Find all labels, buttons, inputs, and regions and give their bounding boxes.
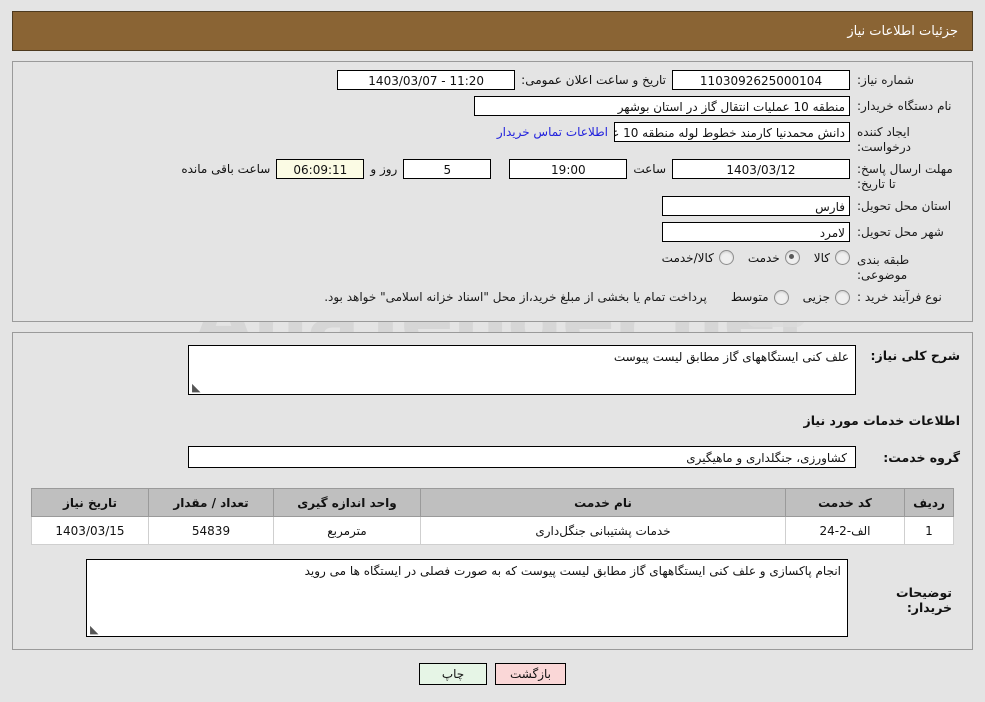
general-desc-label: شرح کلی نیاز:: [870, 348, 960, 363]
need-details-panel: شرح کلی نیاز: علف کنی ایستگاههای گاز مطا…: [12, 332, 973, 650]
category-radio-group: کالا خدمت کالا/خدمت: [648, 250, 850, 265]
resize-grip-icon[interactable]: ◢: [192, 381, 200, 394]
row-delivery-province: استان محل تحویل: فارس: [23, 196, 962, 218]
countdown-field[interactable]: 06:09:11: [276, 159, 365, 179]
buyer-notes-label: توضیحات خریدار:: [896, 585, 952, 615]
th-code: کد خدمت: [785, 488, 905, 517]
need-number-field[interactable]: 1103092625000104: [672, 70, 850, 90]
countdown-label: ساعت باقی مانده: [181, 162, 271, 176]
announce-datetime-label: تاریخ و ساعت اعلان عمومی:: [521, 73, 666, 87]
category-label: طبقه بندی موضوعی:: [857, 253, 910, 282]
category-option-goods-service-label: کالا/خدمت: [661, 250, 714, 265]
page-title: جزئیات اطلاعات نیاز: [847, 23, 958, 39]
deadline-hour-label: ساعت: [633, 162, 666, 176]
purchase-type-option-medium[interactable]: متوسط: [730, 289, 789, 305]
deadline-hour-field[interactable]: 19:00: [509, 159, 628, 179]
buyer-notes-value: انجام پاکسازی و علف کنی ایستگاههای گاز م…: [304, 564, 841, 578]
radio-minor-icon[interactable]: [835, 289, 850, 305]
row-service-group: گروه خدمت: کشاورزی، جنگلداری و ماهیگیری: [23, 446, 962, 468]
row-category: طبقه بندی موضوعی: کالا خدمت کالا/خدمت: [23, 250, 962, 283]
table-row: 1 الف-2-24 خدمات پشتیبانی جنگل‌داری مترم…: [31, 516, 954, 545]
delivery-city-label: شهر محل تحویل:: [857, 225, 944, 239]
table-header-row: ردیف کد خدمت نام خدمت واحد اندازه گیری ت…: [31, 488, 954, 517]
remaining-days-label: روز و: [370, 162, 398, 176]
need-summary-panel: شماره نیاز: 1103092625000104 تاریخ و ساع…: [12, 61, 973, 322]
deadline-label: مهلت ارسال پاسخ: تا تاریخ:: [857, 162, 953, 191]
radio-service-icon[interactable]: [784, 250, 800, 265]
buyer-contact-link[interactable]: اطلاعات تماس خریدار: [491, 122, 614, 142]
th-radif: ردیف: [904, 488, 954, 517]
row-delivery-city: شهر محل تحویل: لامرد: [23, 222, 962, 244]
page-root: جزئیات اطلاعات نیاز شماره نیاز: 11030926…: [0, 11, 985, 685]
category-option-goods-label: کالا: [813, 250, 830, 265]
buyer-notes-textarea[interactable]: انجام پاکسازی و علف کنی ایستگاههای گاز م…: [86, 559, 848, 637]
request-creator-field[interactable]: دانش محمدنیا کارمند خطوط لوله منطقه 10 ع…: [614, 122, 850, 142]
resize-grip-icon[interactable]: ◢: [90, 623, 98, 636]
purchase-type-label: نوع فرآیند خرید :: [857, 290, 942, 304]
buyer-org-label: نام دستگاه خریدار:: [857, 99, 952, 113]
services-section-heading: اطلاعات خدمات مورد نیاز: [803, 413, 961, 428]
row-buyer-notes: توضیحات خریدار: انجام پاکسازی و علف کنی …: [31, 559, 954, 637]
cell-radif: 1: [904, 516, 954, 545]
cell-name: خدمات پشتیبانی جنگل‌داری: [420, 516, 786, 545]
category-option-service[interactable]: خدمت: [748, 250, 800, 265]
services-table-wrap: ردیف کد خدمت نام خدمت واحد اندازه گیری ت…: [31, 488, 954, 545]
back-button[interactable]: بازگشت: [495, 663, 566, 685]
row-need-number: شماره نیاز: 1103092625000104 تاریخ و ساع…: [23, 70, 962, 92]
radio-medium-icon[interactable]: [773, 289, 789, 305]
th-unit: واحد اندازه گیری: [273, 488, 421, 517]
remaining-days-field[interactable]: 5: [403, 159, 492, 179]
general-desc-value: علف کنی ایستگاههای گاز مطابق لیست پیوست: [613, 350, 849, 364]
radio-goods-service-icon[interactable]: [718, 250, 734, 265]
th-name: نام خدمت: [420, 488, 786, 517]
page-title-bar: جزئیات اطلاعات نیاز: [12, 11, 973, 51]
row-deadline: مهلت ارسال پاسخ: تا تاریخ: 1403/03/12 سا…: [23, 159, 962, 192]
radio-goods-icon[interactable]: [835, 250, 850, 265]
cell-unit: مترمربع: [273, 516, 421, 545]
row-request-creator: ایجاد کننده درخواست: دانش محمدنیا کارمند…: [23, 122, 962, 155]
deadline-date-field[interactable]: 1403/03/12: [672, 159, 850, 179]
row-buyer-org: نام دستگاه خریدار: منطقه 10 عملیات انتقا…: [23, 96, 962, 118]
category-option-goods-service[interactable]: کالا/خدمت: [662, 250, 734, 265]
delivery-province-field[interactable]: فارس: [662, 196, 850, 216]
announce-datetime-field[interactable]: 11:20 - 1403/03/07: [337, 70, 516, 90]
general-desc-textarea[interactable]: علف کنی ایستگاههای گاز مطابق لیست پیوست …: [188, 345, 856, 395]
row-general-desc: شرح کلی نیاز: علف کنی ایستگاههای گاز مطا…: [23, 345, 962, 395]
print-button[interactable]: چاپ: [419, 663, 487, 685]
cell-qty: 54839: [148, 516, 274, 545]
delivery-city-field[interactable]: لامرد: [662, 222, 850, 242]
category-option-service-label: خدمت: [747, 250, 780, 265]
th-date: تاریخ نیاز: [31, 488, 149, 517]
row-purchase-type: نوع فرآیند خرید : جزیی متوسط پرداخت تمام…: [23, 287, 962, 309]
cell-date: 1403/03/15: [31, 516, 149, 545]
cell-code: الف-2-24: [785, 516, 905, 545]
purchase-type-option-minor-label: جزیی: [802, 290, 830, 304]
buyer-org-field[interactable]: منطقه 10 عملیات انتقال گاز در استان بوشه…: [474, 96, 850, 116]
purchase-type-radio-group: جزیی متوسط: [717, 289, 850, 305]
purchase-type-option-minor[interactable]: جزیی: [802, 289, 850, 305]
th-qty: تعداد / مقدار: [148, 488, 274, 517]
services-table: ردیف کد خدمت نام خدمت واحد اندازه گیری ت…: [31, 488, 954, 545]
purchase-type-note: پرداخت تمام یا بخشی از مبلغ خرید،از محل …: [324, 290, 707, 304]
footer-actions: بازگشت چاپ: [0, 663, 985, 685]
purchase-type-option-medium-label: متوسط: [730, 290, 769, 304]
delivery-province-label: استان محل تحویل:: [857, 199, 952, 213]
need-number-label: شماره نیاز:: [857, 73, 914, 87]
service-group-label: گروه خدمت:: [883, 449, 960, 465]
request-creator-label: ایجاد کننده درخواست:: [857, 125, 911, 154]
category-option-goods[interactable]: کالا: [814, 250, 850, 265]
service-group-field[interactable]: کشاورزی، جنگلداری و ماهیگیری: [188, 446, 856, 468]
